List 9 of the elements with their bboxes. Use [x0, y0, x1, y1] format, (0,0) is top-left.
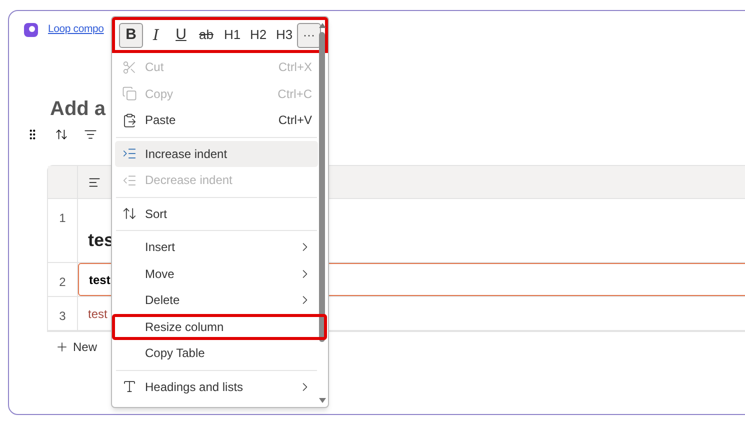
- shortcut-label: Ctrl+X: [278, 59, 312, 76]
- cell-text: test: [89, 272, 110, 288]
- shortcut-label: Ctrl+C: [278, 86, 312, 103]
- shortcut-label: Ctrl+V: [278, 112, 312, 130]
- page-title: Add a: [50, 97, 106, 122]
- cell-text: test: [88, 306, 108, 322]
- row-number: 1: [59, 210, 66, 227]
- row-number: 2: [59, 274, 66, 291]
- row-number: 3: [59, 308, 66, 325]
